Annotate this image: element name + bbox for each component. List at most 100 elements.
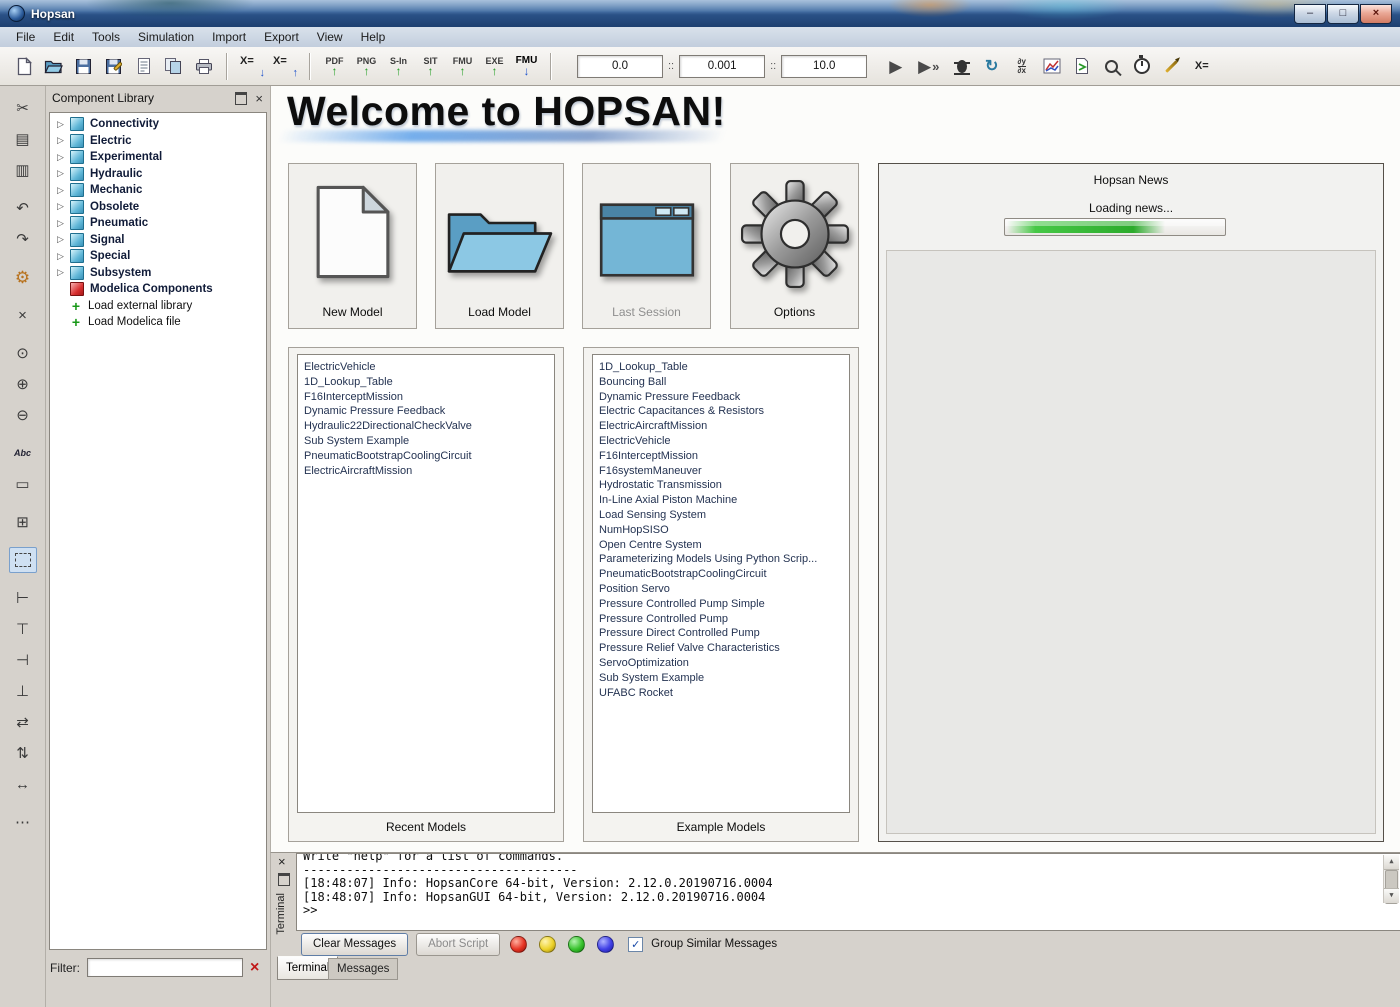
time-step-field[interactable] xyxy=(679,55,765,78)
undock-panel-icon[interactable] xyxy=(235,92,247,105)
more-tools-icon[interactable]: ⋯ xyxy=(9,809,37,835)
text-widget-icon[interactable]: Abc xyxy=(9,440,37,466)
expand-arrow-icon[interactable]: ▷ xyxy=(57,218,70,229)
list-item[interactable]: ElectricVehicle xyxy=(304,360,554,375)
expand-arrow-icon[interactable]: ▷ xyxy=(57,251,70,262)
list-item[interactable]: F16InterceptMission xyxy=(304,390,554,405)
simulate-and-plot-button[interactable]: ▶ » xyxy=(912,51,945,81)
clear-messages-button[interactable]: Clear Messages xyxy=(301,933,408,956)
library-category[interactable]: ▷ Signal xyxy=(50,232,266,249)
list-item[interactable]: Hydrostatic Transmission xyxy=(599,478,849,493)
list-item[interactable]: Pressure Relief Valve Characteristics xyxy=(599,641,849,656)
export-exe-button[interactable]: EXE ↑ xyxy=(480,51,509,81)
align-top-icon[interactable]: ⊤ xyxy=(9,616,37,642)
new-model-button[interactable] xyxy=(10,51,37,81)
import-fmu-button[interactable]: FMU ↓ xyxy=(512,51,541,81)
start-time-field[interactable] xyxy=(577,55,663,78)
list-item[interactable]: F16InterceptMission xyxy=(599,449,849,464)
clear-filter-icon[interactable]: × xyxy=(250,960,259,976)
export-fmu-button[interactable]: FMU ↑ xyxy=(448,51,477,81)
library-category[interactable]: ▷ Hydraulic xyxy=(50,166,266,183)
model-properties-button[interactable] xyxy=(130,51,157,81)
library-category[interactable]: ▷ Pneumatic xyxy=(50,215,266,232)
undock-terminal-icon[interactable] xyxy=(278,873,290,886)
save-parameter-values-button[interactable]: X= ↑ xyxy=(270,51,300,81)
stop-time-field[interactable] xyxy=(781,55,867,78)
simulation-settings-gear-icon[interactable]: ⚙ xyxy=(9,264,37,290)
library-category[interactable]: ▷ Special xyxy=(50,248,266,265)
list-item[interactable]: Dynamic Pressure Feedback xyxy=(599,390,849,405)
list-item[interactable]: ElectricVehicle xyxy=(599,434,849,449)
distribute-horizontal-icon[interactable]: ⇄ xyxy=(9,709,37,735)
titlebar[interactable]: Hopsan – □ × xyxy=(0,0,1400,27)
list-item[interactable]: PneumaticBootstrapCoolingCircuit xyxy=(304,449,554,464)
show-error-messages-button[interactable] xyxy=(508,934,529,955)
library-category[interactable]: ▷ Connectivity xyxy=(50,116,266,133)
expand-arrow-icon[interactable]: ▷ xyxy=(57,135,70,146)
export-s-in-button[interactable]: S-In ↑ xyxy=(384,51,413,81)
expand-arrow-icon[interactable]: ▷ xyxy=(57,267,70,278)
sensitivity-analysis-button[interactable]: ∂y ∂x xyxy=(1008,51,1035,81)
menu-simulation[interactable]: Simulation xyxy=(129,28,203,46)
zoom-in-icon[interactable]: ⊕ xyxy=(9,371,37,397)
export-png-button[interactable]: PNG ↑ xyxy=(352,51,381,81)
expand-arrow-icon[interactable]: ▷ xyxy=(57,234,70,245)
library-category[interactable]: ▷ Experimental xyxy=(50,149,266,166)
distribute-vertical-icon[interactable]: ⇅ xyxy=(9,740,37,766)
paste-icon[interactable]: ▥ xyxy=(9,157,37,183)
measure-simulation-time-button[interactable] xyxy=(1128,51,1155,81)
list-item[interactable]: Dynamic Pressure Feedback xyxy=(304,404,554,419)
save-model-button[interactable] xyxy=(70,51,97,81)
maximize-button[interactable]: □ xyxy=(1327,4,1359,24)
open-model-button[interactable] xyxy=(40,51,67,81)
library-category[interactable]: ▷ Electric xyxy=(50,133,266,150)
menu-edit[interactable]: Edit xyxy=(44,28,83,46)
menu-tools[interactable]: Tools xyxy=(83,28,129,46)
load-model-card[interactable]: Load Model xyxy=(435,163,564,329)
list-item[interactable]: Open Centre System xyxy=(599,538,849,553)
list-item[interactable]: ServoOptimization xyxy=(599,656,849,671)
data-explorer-button[interactable] xyxy=(1098,51,1125,81)
align-bottom-icon[interactable]: ⊥ xyxy=(9,678,37,704)
show-info-messages-button[interactable] xyxy=(566,934,587,955)
list-item[interactable]: Electric Capacitances & Resistors xyxy=(599,404,849,419)
list-item[interactable]: Position Servo xyxy=(599,582,849,597)
menu-file[interactable]: File xyxy=(7,28,44,46)
plot-data-button[interactable] xyxy=(1038,51,1065,81)
redo-icon[interactable]: ↷ xyxy=(9,226,37,252)
annotate-button[interactable] xyxy=(1158,51,1185,81)
close-terminal-icon[interactable]: × xyxy=(278,855,286,868)
scroll-up-icon[interactable]: ▲ xyxy=(1384,855,1399,870)
library-item-modelica[interactable]: Modelica Components xyxy=(50,281,266,298)
undo-icon[interactable]: ↶ xyxy=(9,195,37,221)
list-item[interactable]: In-Line Axial Piston Machine xyxy=(599,493,849,508)
disconnect-icon[interactable]: × xyxy=(9,302,37,328)
image-widget-icon[interactable]: ▭ xyxy=(9,471,37,497)
new-model-card[interactable]: New Model xyxy=(288,163,417,329)
list-item[interactable]: Pressure Controlled Pump Simple xyxy=(599,597,849,612)
component-grid-icon[interactable]: ⊞ xyxy=(9,509,37,535)
menu-help[interactable]: Help xyxy=(352,28,395,46)
copy-icon[interactable]: ▤ xyxy=(9,126,37,152)
flip-horizontal-icon[interactable]: ↔ xyxy=(9,771,37,797)
list-item[interactable]: UFABC Rocket xyxy=(599,686,849,701)
zoom-original-icon[interactable]: ⊙ xyxy=(9,340,37,366)
list-item[interactable]: Sub System Example xyxy=(599,671,849,686)
list-item[interactable]: Bouncing Ball xyxy=(599,375,849,390)
library-category[interactable]: ▷ Subsystem xyxy=(50,265,266,282)
list-item[interactable]: Parameterizing Models Using Python Scrip… xyxy=(599,552,849,567)
debug-simulation-button[interactable] xyxy=(948,51,975,81)
library-item-load-modelica[interactable]: + Load Modelica file xyxy=(50,314,266,331)
close-button[interactable]: × xyxy=(1360,4,1392,24)
list-item[interactable]: Sub System Example xyxy=(304,434,554,449)
show-debug-messages-button[interactable] xyxy=(595,934,616,955)
tab-messages[interactable]: Messages xyxy=(328,958,398,980)
script-button[interactable] xyxy=(1068,51,1095,81)
optimization-button[interactable]: X= xyxy=(1188,51,1215,81)
scroll-down-icon[interactable]: ▼ xyxy=(1384,888,1399,903)
terminal-output[interactable]: Write "help" for a list of commands.----… xyxy=(296,853,1400,931)
options-card[interactable]: Options xyxy=(730,163,859,329)
terminal-scrollbar[interactable]: ▲ ▼ xyxy=(1383,855,1399,903)
list-item[interactable]: ElectricAircraftMission xyxy=(304,464,554,479)
last-session-card[interactable]: Last Session xyxy=(582,163,711,329)
